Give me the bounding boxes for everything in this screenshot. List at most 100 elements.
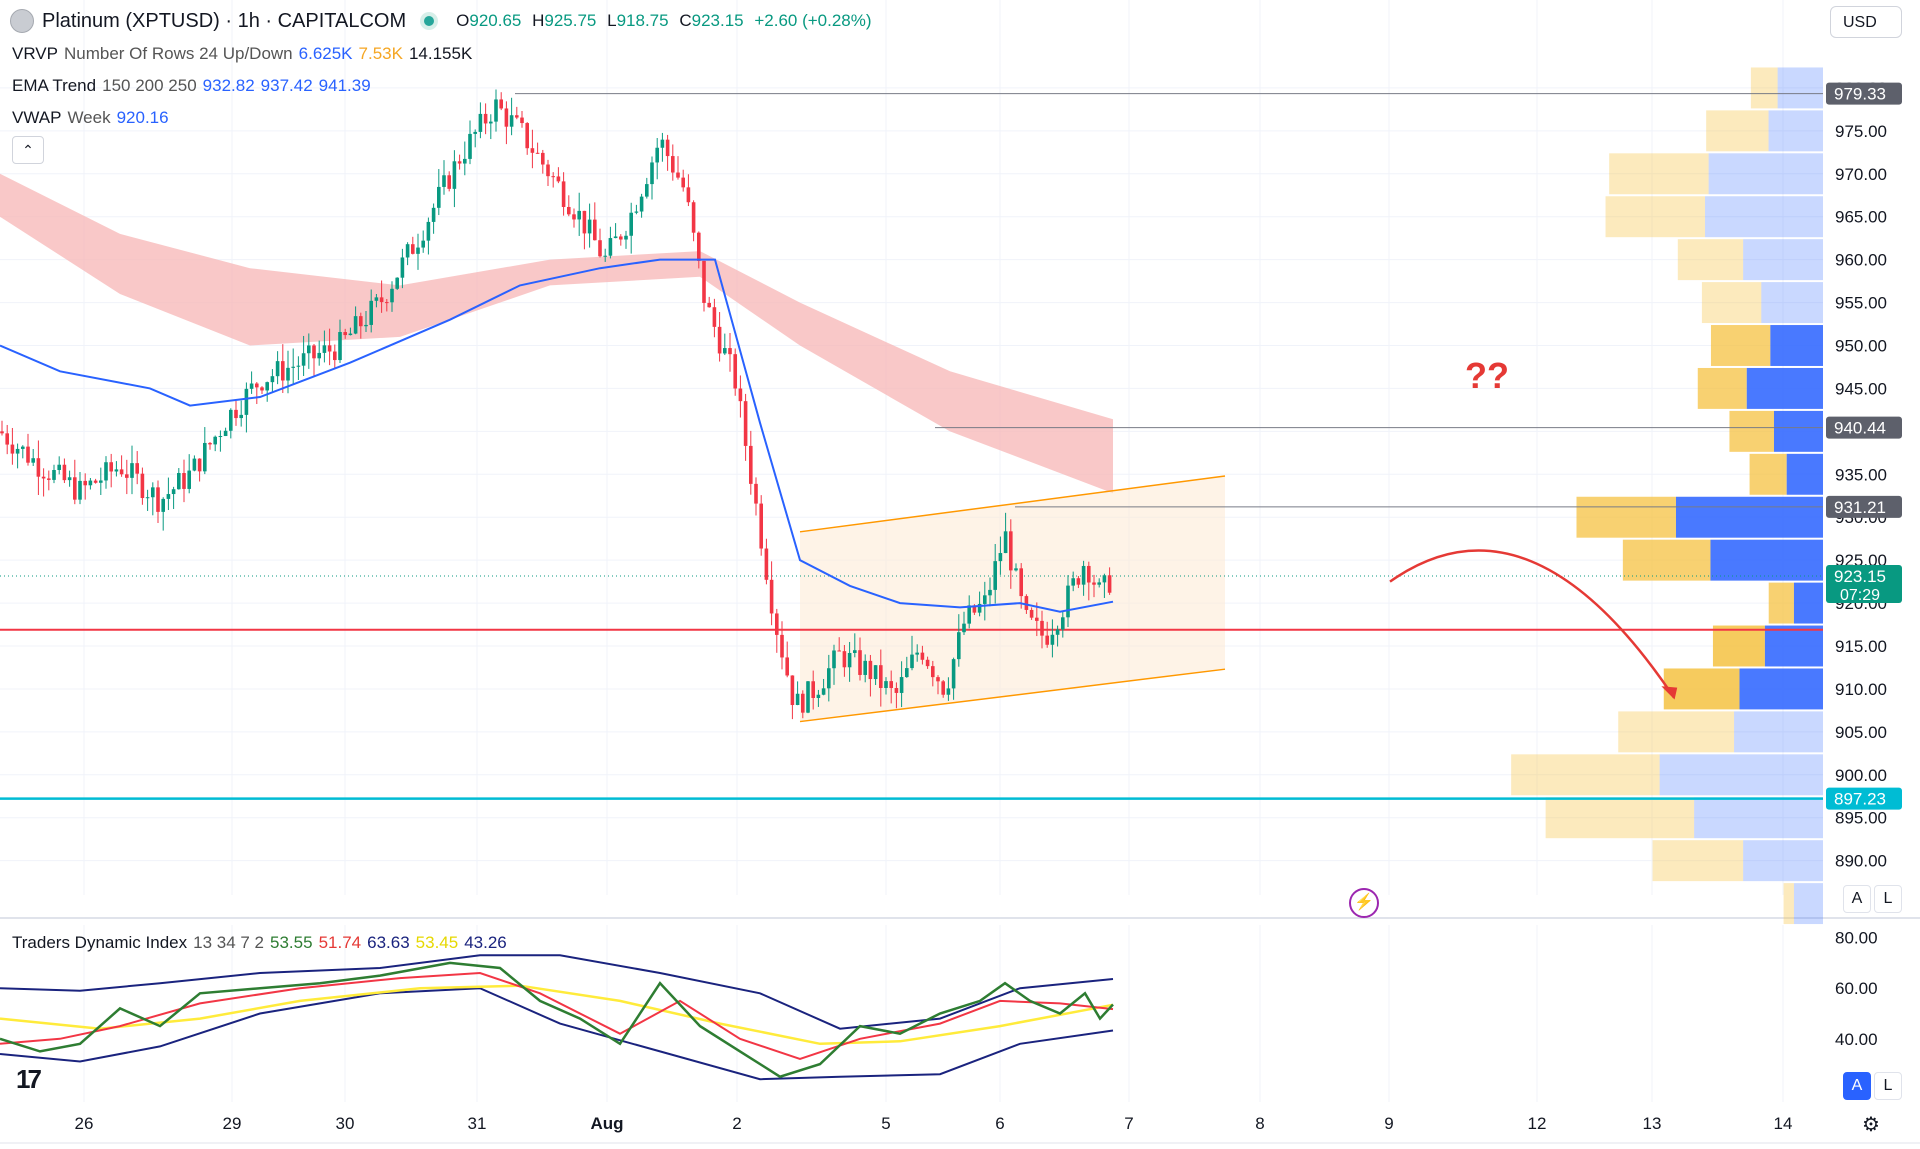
candle-body [338,332,342,361]
price-tick-label: 945.00 [1835,379,1887,398]
candle-body [213,436,217,445]
volume-bar-up [1739,668,1823,710]
auto-scale-button-pane2[interactable]: A [1843,1072,1871,1100]
volume-bar-up [1793,883,1823,925]
candle-body [660,139,665,148]
candle-body [489,121,493,124]
volume-bar-down [1701,282,1762,324]
candle-body [52,470,56,480]
candle-body [915,652,919,655]
tradingview-logo-icon[interactable]: 17 [16,1064,42,1095]
price-tick-label: 960.00 [1835,251,1887,270]
time-tick-label: 26 [75,1114,94,1133]
candle-body [775,613,779,635]
candle-body [322,345,327,353]
volume-bar-down [1622,539,1711,581]
candle-body [374,297,379,301]
candle-body [738,388,743,402]
volume-bar-up [1675,496,1823,538]
volume-bar-up [1734,711,1823,753]
candle-body [535,152,540,154]
candle-body [93,480,98,483]
candle-body [1014,568,1018,571]
candle-body [515,115,519,118]
time-tick-label: 7 [1124,1114,1133,1133]
candle-body [197,458,202,472]
candle-body [47,478,51,480]
candle-body [546,164,550,177]
candle-body [260,387,264,391]
candle-body [541,152,545,165]
ema-legend[interactable]: EMA Trend 150 200 250 932.82 937.42 941.39 [12,76,377,96]
candle-body [473,131,477,134]
tdi-legend[interactable]: Traders Dynamic Index 13 34 7 2 53.55 51.74… [12,933,513,953]
price-label: 979.33 [1834,85,1886,104]
volume-bar-down [1609,153,1709,195]
candle-body [1071,578,1075,586]
candle-body [182,473,186,489]
candle-body [728,348,732,355]
candle-body [681,177,685,188]
volume-bar-up [1768,110,1823,152]
candle-body [151,487,155,498]
candle-body [816,694,821,698]
candle-body [1102,575,1107,583]
currency-select[interactable]: USD [1830,6,1902,38]
candle-body [619,236,623,240]
candle-body [884,681,888,688]
vwap-legend[interactable]: VWAP Week 920.16 [12,108,175,128]
candle-body [946,688,951,695]
candle-body [291,366,295,368]
candle-body [686,187,691,203]
volume-bar-up [1770,325,1823,366]
vrvp-legend[interactable]: VRVP Number Of Rows 24 Up/Down 6.625K 7.53K… [12,44,478,64]
volume-bar-down [1605,196,1706,238]
auto-scale-button[interactable]: A [1843,885,1871,913]
candle-body [83,480,87,486]
candle-body [504,108,509,127]
volume-bar-down [1749,453,1787,495]
candle-body [1040,620,1044,636]
candle-body [1107,575,1112,593]
candle-body [307,345,311,354]
countdown-label: 07:29 [1840,587,1880,604]
candle-body [390,288,394,303]
candle-body [5,433,9,445]
log-scale-button[interactable]: L [1874,885,1902,913]
candle-body [57,464,61,471]
channel-fill [800,476,1225,722]
candle-body [135,463,139,474]
price-tick-label: 905.00 [1835,723,1887,742]
settings-gear-icon[interactable]: ⚙ [1862,1112,1880,1137]
candle-body [36,458,41,477]
candle-body [78,480,82,500]
candle-body [832,650,836,669]
log-scale-button-pane2[interactable]: L [1874,1072,1902,1100]
volume-bar-down [1710,325,1771,366]
volume-bar-down [1706,110,1769,152]
volume-bar-up [1746,367,1823,409]
candle-body [431,207,436,222]
candle-body [171,489,176,495]
candle-body [255,383,259,388]
candle-body [1045,635,1049,645]
candle-body [764,548,769,580]
low-value: 918.75 [616,11,669,30]
alert-icon[interactable]: ⚡ [1349,888,1379,918]
time-tick-label: 13 [1643,1114,1662,1133]
collapse-legend-button[interactable]: ⌃ [12,136,44,164]
symbol-title[interactable]: Platinum (XPTUSD) · 1h · CAPITALCOM [42,10,406,33]
candle-body [733,354,737,389]
price-label: 940.44 [1834,419,1886,438]
candle-body [572,214,576,220]
volume-bar-down [1511,754,1660,796]
chart-area[interactable]: 9 80.00 975.00 970.00 965.00 960.00 955.00 950.… [0,0,1920,1149]
volume-bar-up [1705,196,1823,238]
market-status-icon [424,16,435,26]
tdi-tick-label: 80.00 [1835,929,1878,948]
price-tick-label: 950.00 [1835,337,1887,356]
candle-body [723,348,727,354]
candle-body [104,462,108,481]
candle-body [1087,565,1091,583]
candle-body [457,161,462,164]
